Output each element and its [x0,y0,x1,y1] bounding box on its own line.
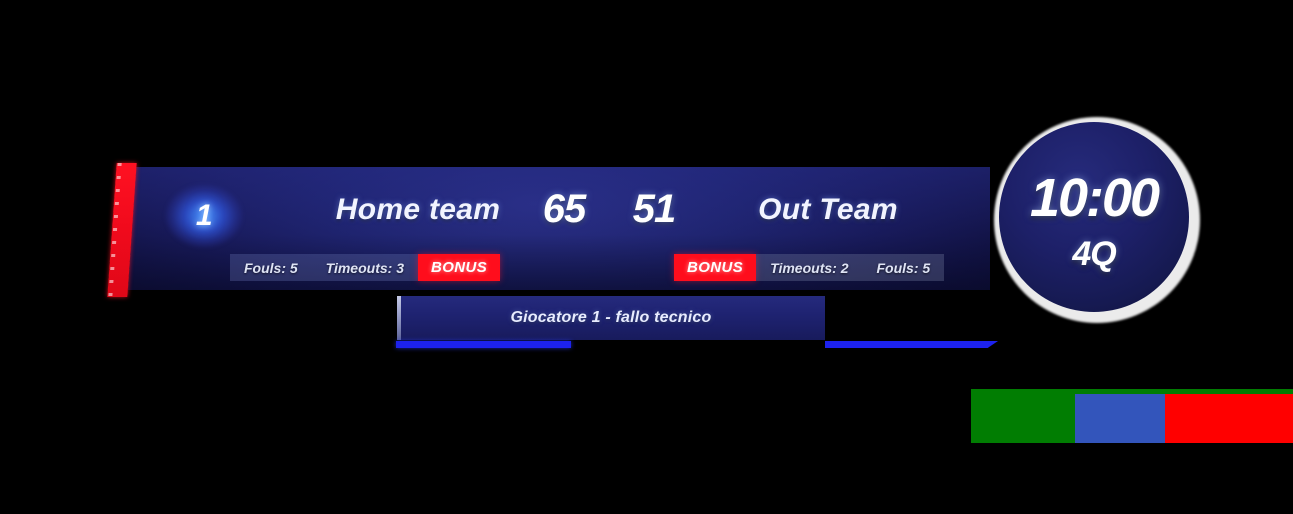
ticker-accent-line-right [825,341,998,348]
away-fouls-chip: Fouls: 5 [862,254,945,281]
color-swatch-strip [971,389,1293,443]
home-team-score: 65 [542,187,587,231]
home-bonus-badge: BONUS [417,254,501,281]
home-team-stats-bar: Fouls: 5 Timeouts: 3 BONUS [230,254,501,281]
ticker-accent-line-left [396,341,571,348]
game-clock: 10:00 4Q [985,108,1203,326]
away-team-name: Out Team [758,193,898,226]
away-team-score: 51 [632,187,677,231]
ticker-message: Giocatore 1 - fallo tecnico [510,309,712,326]
home-fouls-chip: Fouls: 5 [230,254,312,281]
away-timeouts-chip: Timeouts: 2 [756,254,863,281]
scoreboard-panel: 1 Home team Out Team 65 51 Fouls: 5 Time… [107,163,990,297]
home-timeouts-chip: Timeouts: 3 [311,254,418,281]
home-team-badge-number: 1 [195,199,213,232]
green-swatch [971,389,1075,443]
home-team-badge[interactable]: 1 [166,185,242,247]
clock-period: 4Q [1072,235,1116,273]
red-swatch [1165,389,1293,443]
scoreboard-overlay-stage: 1 Home team Out Team 65 51 Fouls: 5 Time… [0,0,1293,514]
away-team-stats-bar: BONUS Timeouts: 2 Fouls: 5 [674,254,945,281]
clock-time: 10:00 [1029,168,1160,228]
ticker-banner: Giocatore 1 - fallo tecnico [397,296,825,340]
away-bonus-badge: BONUS [674,254,757,281]
clock-face: 10:00 4Q [999,122,1189,312]
blue-swatch [1075,389,1165,443]
